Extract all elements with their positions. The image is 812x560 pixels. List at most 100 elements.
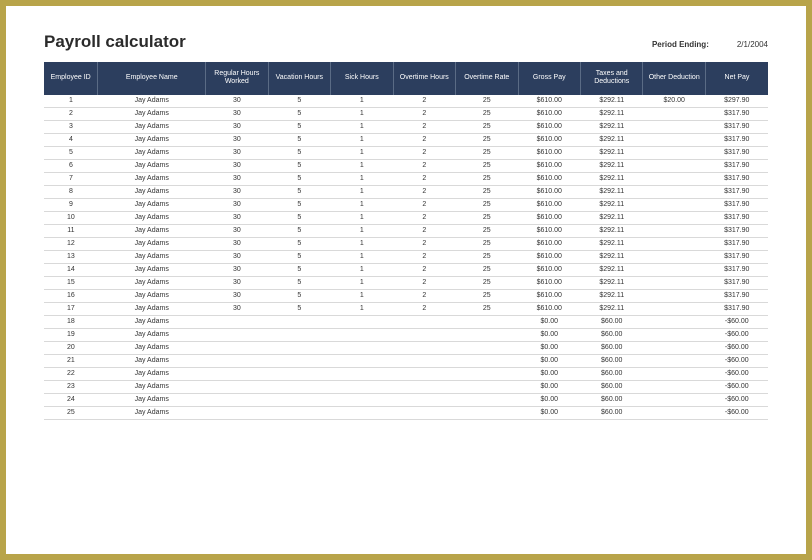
period-ending-value: 2/1/2004	[737, 40, 768, 49]
cell-oth	[393, 315, 455, 328]
cell-id: 2	[44, 107, 98, 120]
cell-oth: 2	[393, 289, 455, 302]
cell-name: Jay Adams	[98, 172, 206, 185]
table-row: 2Jay Adams3051225$610.00$292.11$317.90	[44, 107, 768, 120]
cell-net: $317.90	[705, 185, 768, 198]
cell-sick: 1	[331, 302, 393, 315]
cell-id: 4	[44, 133, 98, 146]
cell-tax: $60.00	[581, 315, 643, 328]
cell-name: Jay Adams	[98, 328, 206, 341]
cell-otr: 25	[456, 289, 518, 302]
cell-tax: $60.00	[581, 341, 643, 354]
cell-name: Jay Adams	[98, 224, 206, 237]
cell-reg: 30	[206, 263, 268, 276]
cell-vac	[268, 315, 330, 328]
cell-tax: $292.11	[581, 107, 643, 120]
cell-other	[643, 107, 705, 120]
cell-reg	[206, 315, 268, 328]
cell-name: Jay Adams	[98, 263, 206, 276]
cell-gross: $610.00	[518, 224, 580, 237]
cell-oth: 2	[393, 237, 455, 250]
cell-other: $20.00	[643, 95, 705, 108]
cell-vac: 5	[268, 211, 330, 224]
cell-vac	[268, 393, 330, 406]
cell-other	[643, 237, 705, 250]
table-row: 22Jay Adams$0.00$60.00-$60.00	[44, 367, 768, 380]
cell-vac: 5	[268, 289, 330, 302]
cell-net: -$60.00	[705, 380, 768, 393]
cell-oth: 2	[393, 146, 455, 159]
cell-gross: $610.00	[518, 146, 580, 159]
cell-vac	[268, 341, 330, 354]
cell-name: Jay Adams	[98, 107, 206, 120]
cell-other	[643, 289, 705, 302]
cell-id: 12	[44, 237, 98, 250]
cell-name: Jay Adams	[98, 315, 206, 328]
cell-vac	[268, 328, 330, 341]
cell-id: 6	[44, 159, 98, 172]
cell-other	[643, 120, 705, 133]
cell-reg: 30	[206, 159, 268, 172]
cell-name: Jay Adams	[98, 406, 206, 419]
cell-reg	[206, 380, 268, 393]
cell-otr	[456, 328, 518, 341]
cell-id: 14	[44, 263, 98, 276]
col-employee-name: Employee Name	[98, 62, 206, 95]
cell-sick: 1	[331, 159, 393, 172]
cell-tax: $292.11	[581, 237, 643, 250]
cell-gross: $0.00	[518, 315, 580, 328]
cell-sick	[331, 380, 393, 393]
cell-sick: 1	[331, 224, 393, 237]
cell-oth	[393, 354, 455, 367]
cell-reg: 30	[206, 276, 268, 289]
table-row: 6Jay Adams3051225$610.00$292.11$317.90	[44, 159, 768, 172]
cell-otr: 25	[456, 263, 518, 276]
cell-vac	[268, 380, 330, 393]
cell-id: 20	[44, 341, 98, 354]
col-regular-hours: Regular Hours Worked	[206, 62, 268, 95]
cell-net: -$60.00	[705, 367, 768, 380]
cell-oth: 2	[393, 276, 455, 289]
cell-otr: 25	[456, 146, 518, 159]
cell-sick: 1	[331, 211, 393, 224]
cell-reg: 30	[206, 172, 268, 185]
cell-vac: 5	[268, 120, 330, 133]
cell-oth: 2	[393, 107, 455, 120]
cell-oth: 2	[393, 120, 455, 133]
header-row: Payroll calculator Period Ending: 2/1/20…	[44, 32, 768, 52]
cell-net: $317.90	[705, 159, 768, 172]
cell-tax: $292.11	[581, 198, 643, 211]
cell-gross: $610.00	[518, 250, 580, 263]
cell-name: Jay Adams	[98, 120, 206, 133]
cell-vac	[268, 367, 330, 380]
col-overtime-hours: Overtime Hours	[393, 62, 455, 95]
cell-gross: $610.00	[518, 107, 580, 120]
cell-other	[643, 172, 705, 185]
cell-other	[643, 185, 705, 198]
cell-name: Jay Adams	[98, 95, 206, 108]
cell-sick: 1	[331, 185, 393, 198]
cell-reg: 30	[206, 107, 268, 120]
table-row: 23Jay Adams$0.00$60.00-$60.00	[44, 380, 768, 393]
cell-otr	[456, 341, 518, 354]
cell-net: $317.90	[705, 120, 768, 133]
cell-name: Jay Adams	[98, 302, 206, 315]
cell-tax: $292.11	[581, 289, 643, 302]
table-row: 1Jay Adams3051225$610.00$292.11$20.00$29…	[44, 95, 768, 108]
cell-name: Jay Adams	[98, 237, 206, 250]
cell-name: Jay Adams	[98, 185, 206, 198]
cell-vac: 5	[268, 172, 330, 185]
cell-otr: 25	[456, 95, 518, 108]
cell-otr: 25	[456, 133, 518, 146]
cell-gross: $0.00	[518, 380, 580, 393]
cell-id: 13	[44, 250, 98, 263]
table-row: 9Jay Adams3051225$610.00$292.11$317.90	[44, 198, 768, 211]
cell-tax: $292.11	[581, 146, 643, 159]
cell-name: Jay Adams	[98, 393, 206, 406]
cell-gross: $0.00	[518, 406, 580, 419]
cell-reg: 30	[206, 211, 268, 224]
cell-other	[643, 393, 705, 406]
cell-net: -$60.00	[705, 354, 768, 367]
table-row: 10Jay Adams3051225$610.00$292.11$317.90	[44, 211, 768, 224]
table-row: 17Jay Adams3051225$610.00$292.11$317.90	[44, 302, 768, 315]
